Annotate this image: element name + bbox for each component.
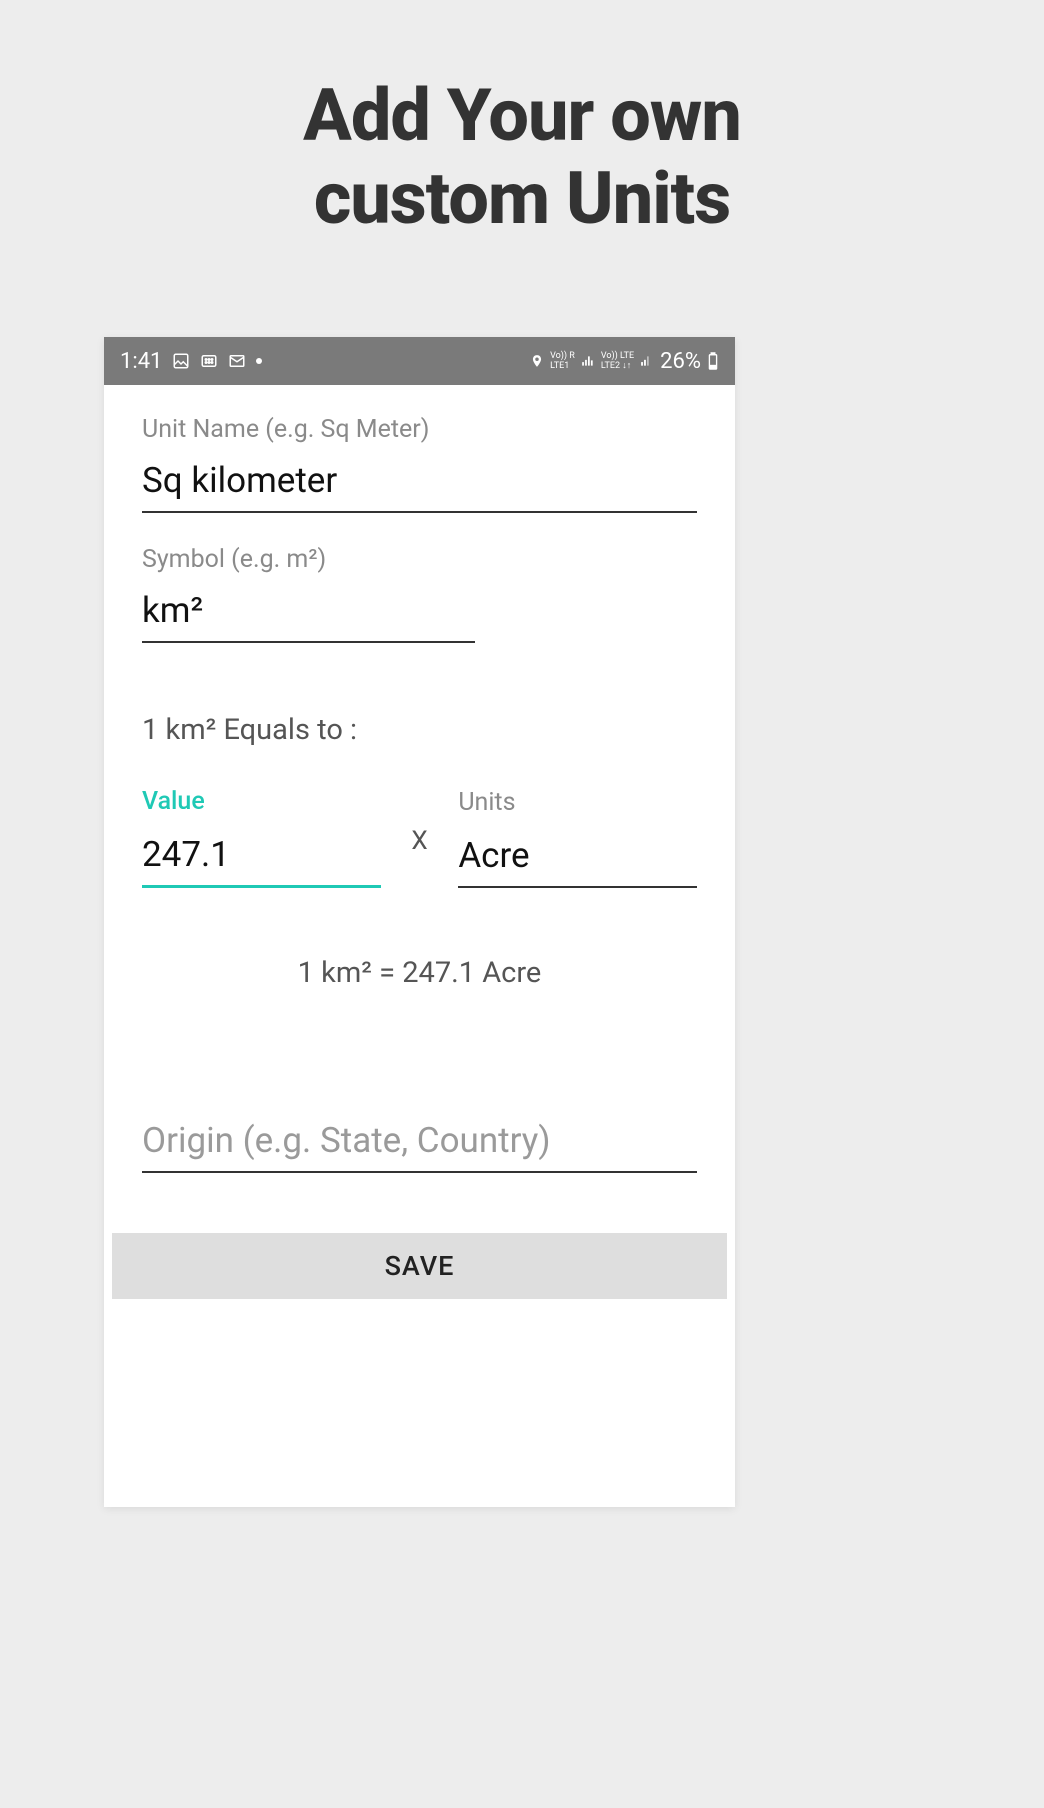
lte2-indicator: Vo)) LTELTE2 ↓↑ <box>601 351 634 371</box>
image-icon <box>172 352 190 370</box>
status-right: Vo)) RLTE1 Vo)) LTELTE2 ↓↑ 26% <box>530 349 719 374</box>
location-icon <box>530 354 544 368</box>
units-column: Units <box>458 788 697 888</box>
units-input[interactable] <box>458 817 697 888</box>
status-time: 1:41 <box>120 349 162 374</box>
save-area: SAVE <box>104 1233 735 1307</box>
status-left: 1:41 <box>120 349 262 374</box>
lte1-indicator: Vo)) RLTE1 <box>550 351 575 371</box>
title-line-2: custom Units <box>314 156 730 241</box>
symbol-label: Symbol (e.g. m²) <box>142 545 697 574</box>
signal2-icon <box>640 354 654 368</box>
signal1-icon <box>581 354 595 368</box>
value-input[interactable] <box>142 816 381 888</box>
units-label: Units <box>458 788 697 817</box>
battery-icon <box>707 352 719 370</box>
battery-percent: 26% <box>660 349 701 374</box>
value-label: Value <box>142 787 381 816</box>
unit-name-input[interactable] <box>142 444 697 513</box>
save-button[interactable]: SAVE <box>112 1233 727 1299</box>
mail-icon <box>228 352 246 370</box>
phone-frame: 1:41 Vo)) RLTE1 Vo)) LTELTE2 ↓↑ <box>104 337 735 1507</box>
symbol-input[interactable] <box>142 574 475 643</box>
equals-label: 1 km² Equals to : <box>142 713 697 747</box>
value-column: Value <box>142 787 381 888</box>
keyboard-icon <box>200 352 218 370</box>
x-separator: X <box>381 826 459 888</box>
title-line-1: Add Your own <box>303 73 741 158</box>
bottom-whitespace <box>104 1307 735 1507</box>
status-bar: 1:41 Vo)) RLTE1 Vo)) LTELTE2 ↓↑ <box>104 337 735 385</box>
status-dot-icon <box>256 358 262 364</box>
unit-name-label: Unit Name (e.g. Sq Meter) <box>142 415 697 444</box>
origin-input[interactable] <box>142 1110 697 1173</box>
form-area: Unit Name (e.g. Sq Meter) Symbol (e.g. m… <box>104 385 735 1173</box>
page-title: Add Your own custom Units <box>0 0 1044 241</box>
value-units-row: Value X Units <box>142 787 697 888</box>
equation-display: 1 km² = 247.1 Acre <box>142 956 697 990</box>
